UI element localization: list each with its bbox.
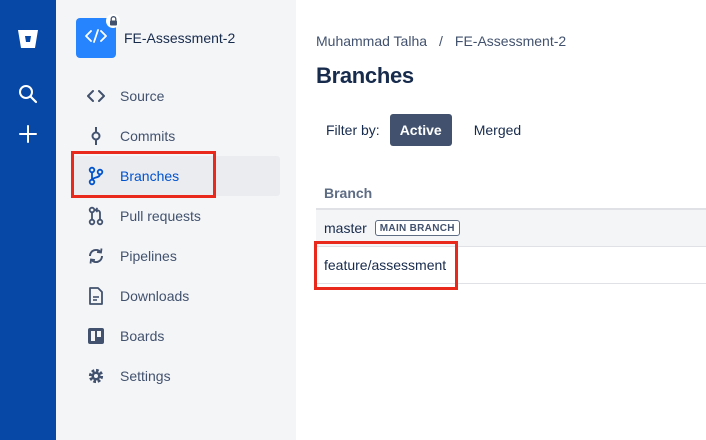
bitbucket-logo-icon[interactable] — [8, 19, 48, 59]
breadcrumb-separator: / — [439, 33, 443, 49]
main-content: Muhammad Talha / FE-Assessment-2 Branche… — [296, 0, 706, 440]
filter-active-button[interactable]: Active — [389, 114, 452, 146]
sidebar-item-settings[interactable]: Settings — [72, 356, 280, 396]
sidebar-item-label: Branches — [120, 168, 180, 184]
breadcrumb: Muhammad Talha / FE-Assessment-2 — [316, 33, 566, 49]
branch-name-link[interactable]: master — [324, 220, 367, 236]
sidebar-item-downloads[interactable]: Downloads — [72, 276, 280, 316]
branch-name-link[interactable]: feature/assessment — [324, 257, 446, 273]
repo-header[interactable]: FE-Assessment-2 — [76, 14, 235, 58]
sidebar-item-source[interactable]: Source — [72, 76, 280, 116]
sidebar-item-label: Boards — [120, 328, 165, 344]
sidebar-item-commits[interactable]: Commits — [72, 116, 280, 156]
source-code-icon — [72, 89, 120, 103]
filter-label: Filter by: — [326, 122, 380, 138]
plus-icon[interactable] — [8, 114, 48, 154]
document-icon — [72, 287, 120, 305]
column-header-branch[interactable]: Branch — [316, 178, 706, 210]
page-title: Branches — [316, 63, 414, 88]
sidebar-item-label: Commits — [120, 128, 176, 144]
sidebar-item-label: Source — [120, 88, 165, 104]
global-nav — [0, 0, 56, 440]
sidebar-nav: Source Commits Branches Pull requests Pi… — [72, 76, 280, 396]
branches-table: Branch master MAIN BRANCH feature/assess… — [316, 178, 706, 284]
pull-request-icon — [72, 206, 120, 226]
pipelines-icon — [72, 247, 120, 265]
sidebar-item-branches[interactable]: Branches — [72, 156, 280, 196]
repo-sidebar: FE-Assessment-2 Source Commits Branches … — [56, 0, 296, 440]
sidebar-item-pull-requests[interactable]: Pull requests — [72, 196, 280, 236]
branch-filter: Filter by: Active Merged — [326, 114, 531, 146]
sidebar-item-pipelines[interactable]: Pipelines — [72, 236, 280, 276]
repo-name[interactable]: FE-Assessment-2 — [124, 30, 235, 46]
sidebar-item-label: Pipelines — [120, 248, 177, 264]
sidebar-item-label: Pull requests — [120, 208, 201, 224]
search-icon[interactable] — [8, 74, 48, 114]
repo-avatar[interactable] — [76, 14, 120, 58]
sidebar-item-label: Settings — [120, 368, 171, 384]
branch-icon — [72, 166, 120, 186]
breadcrumb-owner[interactable]: Muhammad Talha — [316, 33, 427, 49]
table-row[interactable]: feature/assessment — [316, 247, 706, 284]
breadcrumb-repo[interactable]: FE-Assessment-2 — [455, 33, 566, 49]
sidebar-item-boards[interactable]: Boards — [72, 316, 280, 356]
gear-icon — [72, 367, 120, 385]
code-icon — [85, 28, 107, 49]
filter-merged-button[interactable]: Merged — [464, 114, 531, 146]
sidebar-item-label: Downloads — [120, 288, 190, 304]
lock-icon — [106, 14, 120, 28]
commit-icon — [72, 126, 120, 146]
main-branch-badge: MAIN BRANCH — [374, 220, 460, 236]
board-icon — [72, 327, 120, 345]
table-row[interactable]: master MAIN BRANCH — [316, 210, 706, 247]
